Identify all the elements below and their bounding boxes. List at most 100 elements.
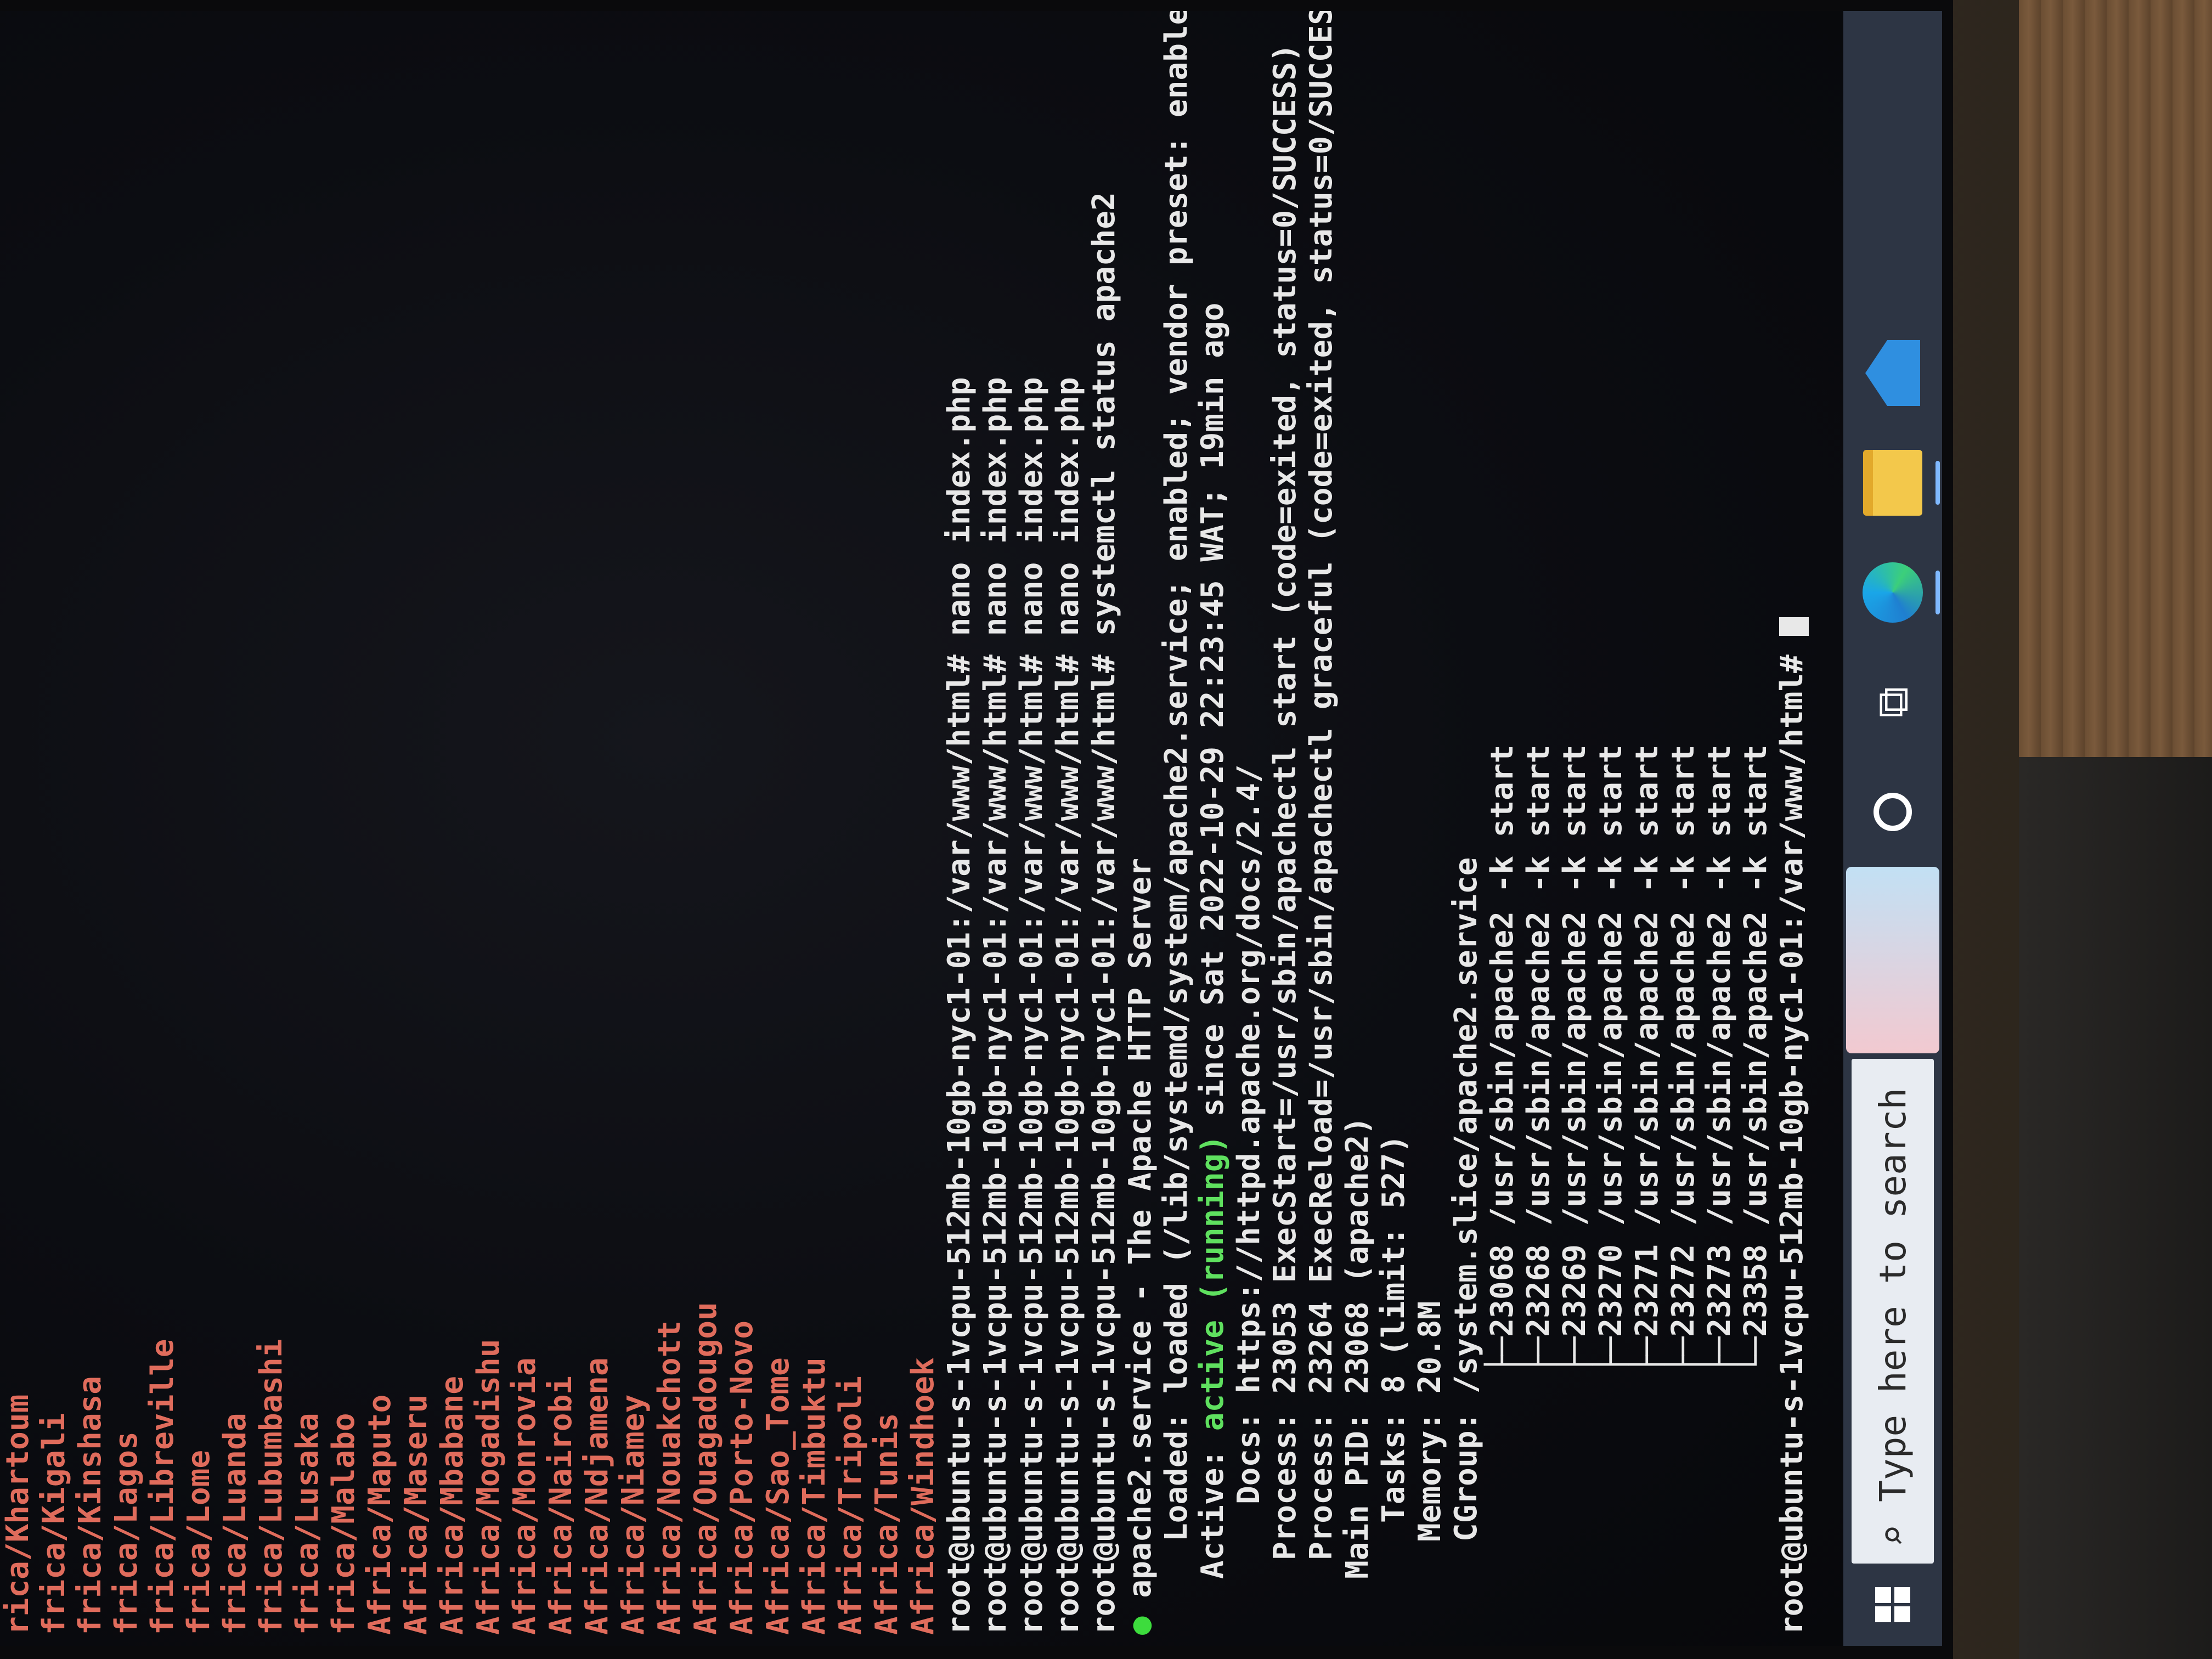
- process1-value: 23053 ExecStart=/usr/sbin/apachectl star…: [1267, 43, 1303, 1394]
- mainpid-label: Main PID:: [1340, 1412, 1375, 1579]
- timezone-name: frica/Malabo: [326, 1413, 362, 1635]
- timezone-line: Africa/Ndjamena: [579, 1357, 616, 1635]
- timezone-name: Africa/Niamey: [616, 1394, 651, 1635]
- timezone-name: frica/Lome: [181, 1449, 217, 1635]
- dark-desk-area: [2019, 757, 2212, 1659]
- timezone-name: Africa/Monrovia: [507, 1357, 543, 1635]
- timezone-line: Africa/Windhoek: [905, 1357, 941, 1635]
- timezone-line: frica/Lusaka: [290, 1413, 326, 1635]
- edge-button[interactable]: [1843, 538, 1942, 647]
- timezone-name: Africa/Timbuktu: [797, 1357, 832, 1635]
- memory-value: 20.8M: [1412, 1301, 1448, 1394]
- process1-label: Process:: [1267, 1412, 1303, 1560]
- status-docs-line: Docs: https://httpd.apache.org/docs/2.4/: [1231, 764, 1267, 1504]
- timezone-name: Africa/Mbabane: [435, 1375, 470, 1635]
- photo-scene: rica/Khartoum frica/Kigali frica/Kinshasa f…: [0, 0, 2212, 1659]
- timezone-line: Africa/Tunis: [869, 1413, 905, 1635]
- timezone-name: frica/Libreville: [145, 1339, 180, 1635]
- timezone-line: frica/Lagos: [109, 1431, 145, 1635]
- mail-button[interactable]: [1843, 318, 1942, 428]
- cortana-button[interactable]: [1843, 757, 1942, 867]
- timezone-line: frica/Malabo: [326, 1413, 362, 1635]
- cgroup-process: ├─23271 /usr/sbin/apache2 -k start: [1629, 744, 1665, 1374]
- service-header-line: ● apache2.service - The Apache HTTP Serv…: [1122, 858, 1159, 1635]
- active-since: since Sat 2022-10-29 22:23:45 WAT; 19min…: [1195, 302, 1231, 1117]
- status-tasks-line: Tasks: 8 (limit: 527): [1376, 1135, 1412, 1523]
- cgroup-process: ├─23269 /usr/sbin/apache2 -k start: [1557, 744, 1593, 1374]
- windows-taskbar: ⌕ Type here to search ⧉: [1843, 11, 1942, 1646]
- docs-value: https://httpd.apache.org/docs/2.4/: [1231, 764, 1267, 1393]
- service-header: apache2.service - The Apache HTTP Server: [1122, 857, 1158, 1598]
- timezone-line: Africa/Maputo: [362, 1395, 398, 1635]
- command-text: systemctl status apache2: [1086, 192, 1122, 636]
- cgroup-process: └─23358 /usr/sbin/apache2 -k start: [1738, 744, 1774, 1374]
- command-text: nano index.php: [1014, 377, 1049, 636]
- status-active-line: Active: active (running) since Sat 2022-…: [1195, 303, 1231, 1579]
- docs-label: Docs:: [1231, 1412, 1267, 1504]
- timezone-line: Africa/Timbuktu: [797, 1357, 833, 1635]
- timezone-name: frica/Lubumbashi: [253, 1339, 289, 1635]
- memory-label: Memory:: [1412, 1412, 1448, 1542]
- timezone-name: rica/Khartoum: [0, 1394, 36, 1635]
- cgroup-value: /system.slice/apache2.service: [1448, 857, 1484, 1394]
- timezone-line: Africa/Sao_Tome: [760, 1357, 797, 1635]
- taskbar-search-box[interactable]: ⌕ Type here to search: [1852, 1059, 1934, 1564]
- cgroup-process-line: ├─23270 /usr/sbin/apache2 -k start: [1593, 745, 1629, 1374]
- timezone-name: Africa/Tripoli: [833, 1375, 868, 1635]
- command-line: root@ubuntu-s-1vcpu-512mb-10gb-nyc1-01:/…: [941, 377, 978, 1635]
- mainpid-value: 23068 (apache2): [1340, 1116, 1375, 1394]
- timezone-line: Africa/Ouagadougou: [688, 1302, 724, 1635]
- process2-label: Process:: [1304, 1412, 1339, 1560]
- cgroup-label: CGroup:: [1448, 1412, 1484, 1542]
- shell-prompt: root@ubuntu-s-1vcpu-512mb-10gb-nyc1-01:/…: [1014, 654, 1049, 1635]
- status-cgroup-line: CGroup: /system.slice/apache2.service: [1448, 857, 1485, 1542]
- task-view-button[interactable]: ⧉: [1843, 647, 1942, 757]
- timezone-name: Africa/Windhoek: [905, 1357, 941, 1635]
- cgroup-process-line: ├─23271 /usr/sbin/apache2 -k start: [1629, 745, 1666, 1374]
- timezone-line: Africa/Mbabane: [435, 1376, 471, 1635]
- shell-prompt: root@ubuntu-s-1vcpu-512mb-10gb-nyc1-01:/…: [941, 654, 977, 1635]
- timezone-line: Africa/Nairobi: [543, 1376, 579, 1635]
- cgroup-process: ├─23273 /usr/sbin/apache2 -k start: [1702, 744, 1737, 1374]
- terminal-cursor: [1779, 617, 1809, 636]
- cgroup-process-line: ├─23268 /usr/sbin/apache2 -k start: [1521, 745, 1557, 1374]
- timezone-line: frica/Lubumbashi: [253, 1339, 290, 1635]
- timezone-line: rica/Khartoum: [0, 1395, 36, 1635]
- cgroup-process: ├─23270 /usr/sbin/apache2 -k start: [1593, 744, 1629, 1374]
- command-line: root@ubuntu-s-1vcpu-512mb-10gb-nyc1-01:/…: [1014, 377, 1050, 1635]
- cgroup-process-line: ├─23273 /usr/sbin/apache2 -k start: [1702, 745, 1738, 1374]
- command-text: nano index.php: [978, 377, 1013, 636]
- cortana-icon: [1874, 793, 1912, 831]
- loaded-label: Loaded:: [1159, 1412, 1194, 1542]
- timezone-line: Africa/Porto-Novo: [724, 1321, 760, 1635]
- tasks-label: Tasks:: [1376, 1412, 1412, 1523]
- command-text: nano index.php: [941, 377, 977, 636]
- timezone-name: frica/Kigali: [36, 1413, 72, 1635]
- process2-value: 23264 ExecReload=/usr/sbin/apachectl gra…: [1304, 11, 1339, 1394]
- shell-prompt: root@ubuntu-s-1vcpu-512mb-10gb-nyc1-01:/…: [1050, 654, 1086, 1635]
- status-dot: ●: [1122, 1616, 1158, 1635]
- timezone-line: Africa/Niamey: [616, 1395, 652, 1635]
- loaded-value: loaded (/lib/systemd/system/apache2.serv…: [1159, 11, 1194, 1394]
- timezone-name: Africa/Porto-Novo: [724, 1320, 760, 1635]
- start-button[interactable]: [1843, 1564, 1942, 1646]
- timezone-name: Africa/Nouakchott: [652, 1320, 687, 1635]
- search-highlight-widget[interactable]: [1846, 867, 1939, 1053]
- command-line: root@ubuntu-s-1vcpu-512mb-10gb-nyc1-01:/…: [978, 377, 1014, 1635]
- windows-start-icon: [1875, 1587, 1910, 1622]
- shell-prompt: root@ubuntu-s-1vcpu-512mb-10gb-nyc1-01:/…: [1774, 654, 1810, 1635]
- timezone-line: frica/Kigali: [36, 1413, 72, 1635]
- search-placeholder: Type here to search: [1871, 1087, 1914, 1502]
- tasks-value: 8 (limit: 527): [1376, 1134, 1412, 1393]
- edge-icon: [1863, 562, 1923, 623]
- file-explorer-button[interactable]: [1843, 428, 1942, 538]
- timezone-name: Africa/Mogadishu: [471, 1339, 506, 1635]
- status-memory-line: Memory: 20.8M: [1412, 1301, 1448, 1542]
- status-process2-line: Process: 23264 ExecReload=/usr/sbin/apac…: [1304, 11, 1340, 1560]
- timezone-name: Africa/Nairobi: [543, 1375, 579, 1635]
- timezone-line: frica/Lome: [181, 1450, 217, 1635]
- monitor-screen: rica/Khartoum frica/Kigali frica/Kinshasa f…: [0, 11, 1942, 1646]
- terminal-window[interactable]: rica/Khartoum frica/Kigali frica/Kinshasa f…: [0, 11, 1843, 1646]
- mail-icon: [1865, 340, 1920, 406]
- shell-prompt: root@ubuntu-s-1vcpu-512mb-10gb-nyc1-01:/…: [1086, 654, 1122, 1635]
